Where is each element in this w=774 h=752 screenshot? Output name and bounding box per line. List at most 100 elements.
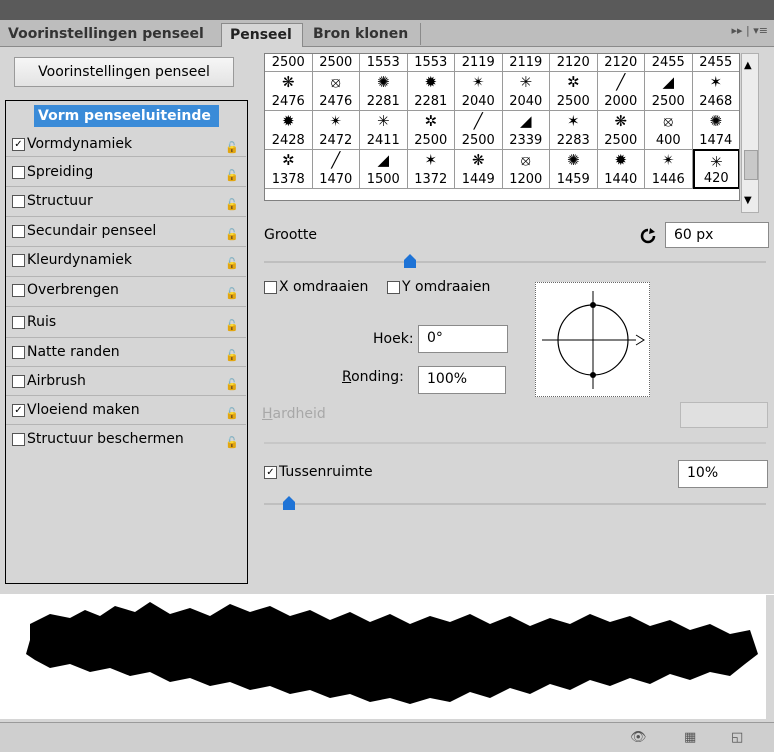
lock-icon[interactable]: 🔓 [225,314,239,332]
brush-tip-cell[interactable]: ⦻2119 [455,54,503,72]
brush-tip-cell[interactable]: ╱2500 [265,54,313,72]
spacing-field[interactable]: 10% [678,460,768,488]
brush-tip-cell[interactable]: ✲2455 [692,54,739,72]
brush-tip-cell[interactable]: ✲ 2500 [407,110,455,150]
option-item[interactable]: Natte randen 🔓 [12,340,244,364]
brush-tip-cell[interactable]: ✹ 1440 [597,149,645,189]
brush-tip-cell[interactable]: ✴ 2040 [455,71,503,111]
flip-y-checkbox[interactable] [387,281,400,294]
spacing-option[interactable]: ✓ Tussenruimte [264,460,424,484]
option-checkbox[interactable] [12,375,25,388]
brush-angle-preview[interactable] [535,282,650,397]
option-checkbox[interactable] [12,254,25,267]
panel-menu-icon[interactable]: ▸▸ | ▾≡ [732,24,768,37]
brush-tip-cell[interactable]: ✶ 1372 [407,149,455,189]
reset-icon[interactable] [640,228,656,244]
option-checkbox[interactable]: ✓ [12,404,25,417]
option-checkbox[interactable] [12,284,25,297]
brush-tip-cell[interactable]: ✳2455 [645,54,693,72]
tab-clone-source[interactable]: Bron klonen [305,23,421,45]
option-item[interactable]: Structuur 🔓 [12,189,244,213]
brush-tip-cell[interactable]: ✴ 2472 [312,110,360,150]
option-checkbox[interactable] [12,346,25,359]
brush-tip-cell[interactable]: ✳ 2411 [360,110,408,150]
brush-tip-cell[interactable]: ✳ 420 [692,149,739,189]
eye-icon[interactable]: 👁 [630,730,647,745]
brush-tip-cell[interactable]: ✶1553 [360,54,408,72]
spacing-slider-handle[interactable] [283,496,296,510]
brush-tip-cell[interactable]: ✺ 2281 [360,71,408,111]
option-item[interactable]: ✓ Vormdynamiek 🔓 [12,132,244,156]
tab-brush-presets[interactable]: Voorinstellingen penseel [0,23,219,45]
lock-icon[interactable]: 🔓 [225,431,239,449]
size-slider-track[interactable] [264,261,766,263]
flip-x-option[interactable]: X omdraaien [264,275,394,299]
brush-tip-cell[interactable]: ✴2120 [597,54,645,72]
option-item[interactable]: Secundair penseel 🔓 [12,219,244,243]
brush-tip-cell[interactable]: ✳ 2040 [502,71,550,111]
brush-tip-cell[interactable]: ⦻ 2476 [312,71,360,111]
grid-icon[interactable]: ▦ [684,730,696,745]
lock-icon[interactable]: 🔓 [225,252,239,270]
brush-tip-cell[interactable]: ╱ 2000 [597,71,645,111]
option-item[interactable]: Structuur beschermen 🔓 [12,427,244,451]
lock-icon[interactable]: 🔓 [225,344,239,362]
option-item[interactable]: Kleurdynamiek 🔓 [12,248,244,272]
option-item[interactable]: Airbrush 🔓 [12,369,244,393]
brush-tip-shape-item[interactable]: Vorm penseeluiteinde [34,105,219,127]
option-item[interactable]: ✓ Vloeiend maken 🔓 [12,398,244,422]
brush-tip-cell[interactable]: ✴ 1446 [645,149,693,189]
scroll-thumb[interactable] [744,150,758,180]
spacing-slider-track[interactable] [264,503,766,505]
option-checkbox[interactable] [12,433,25,446]
roundness-field[interactable]: 100% [418,366,506,394]
brush-tip-cell[interactable]: ✹ 2281 [407,71,455,111]
brush-tip-cell[interactable]: ◢ 2339 [502,110,550,150]
brush-tip-cell[interactable]: ✺ 1459 [550,149,598,189]
brush-tip-cell[interactable]: ✶ 2283 [550,110,598,150]
brush-tip-cell[interactable]: ◢2500 [312,54,360,72]
option-checkbox[interactable] [12,195,25,208]
size-field[interactable]: 60 px [665,222,769,248]
lock-icon[interactable]: 🔓 [225,223,239,241]
lock-icon[interactable]: 🔓 [225,164,239,182]
flip-y-option[interactable]: Y omdraaien [387,275,517,299]
brush-tip-cell[interactable]: ◢ 1500 [360,149,408,189]
brush-tip-cell[interactable]: ✲ 2500 [550,71,598,111]
brush-tip-cell[interactable]: ✹ 2428 [265,110,313,150]
brush-tip-grid[interactable]: ╱2500◢2500✶1553❋1553⦻2119✺2119✹2120✴2120… [264,53,740,201]
brush-tip-cell[interactable]: ╱2500 [455,110,503,150]
lock-icon[interactable]: 🔓 [225,282,239,300]
grid-scrollbar[interactable]: ▲ ▼ [741,53,759,213]
option-checkbox[interactable] [12,166,25,179]
option-item[interactable]: Ruis 🔓 [12,310,244,334]
brush-tip-cell[interactable]: ⦻ 1200 [502,149,550,189]
option-checkbox[interactable]: ✓ [12,138,25,151]
brush-tip-cell[interactable]: ⦻ 400 [645,110,693,150]
brush-tip-cell[interactable]: ✺2119 [502,54,550,72]
brush-tip-cell[interactable]: ❋ 1449 [455,149,503,189]
brush-tip-cell[interactable]: ✶ 2468 [692,71,739,111]
tab-brush[interactable]: Penseel [221,23,303,47]
scroll-up-icon[interactable]: ▲ [744,60,752,71]
brush-tip-cell[interactable]: ✺ 1474 [692,110,739,150]
lock-icon[interactable]: 🔓 [225,402,239,420]
spacing-checkbox[interactable]: ✓ [264,466,277,479]
brush-tip-cell[interactable]: ❋ 2476 [265,71,313,111]
lock-icon[interactable]: 🔓 [225,373,239,391]
brush-presets-button[interactable]: Voorinstellingen penseel [14,57,234,87]
option-item[interactable]: Spreiding 🔓 [12,160,244,184]
brush-tip-cell[interactable]: ✲ 1378 [265,149,313,189]
flip-x-checkbox[interactable] [264,281,277,294]
lock-icon[interactable]: 🔓 [225,193,239,211]
brush-tip-cell[interactable]: ✹2120 [550,54,598,72]
brush-tip-cell[interactable]: ❋1553 [407,54,455,72]
new-preset-icon[interactable]: ◱ [731,730,743,745]
brush-tip-cell[interactable]: ╱ 1470 [312,149,360,189]
lock-icon[interactable]: 🔓 [225,136,239,154]
scroll-down-icon[interactable]: ▼ [744,195,752,206]
option-checkbox[interactable] [12,225,25,238]
option-item[interactable]: Overbrengen 🔓 [12,278,244,302]
size-slider-handle[interactable] [403,254,416,268]
brush-tip-cell[interactable]: ❋ 2500 [597,110,645,150]
